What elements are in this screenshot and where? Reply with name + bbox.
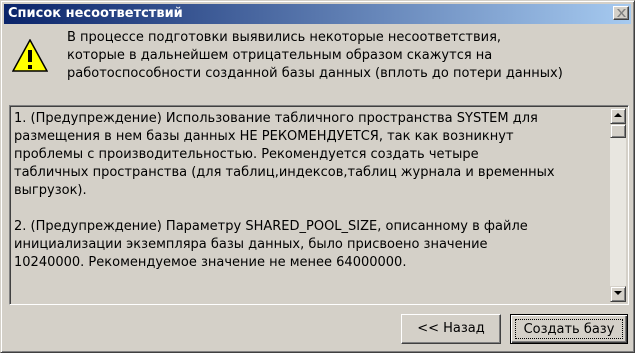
create-database-button[interactable]: Создать базу — [510, 314, 628, 344]
scroll-down-arrow-icon — [614, 291, 622, 295]
message-line: В процессе подготовки выявились некоторы… — [67, 30, 502, 45]
scroll-thumb[interactable] — [610, 124, 626, 138]
scroll-up-button[interactable] — [610, 108, 626, 124]
window-title: Список несоответствий — [8, 6, 183, 21]
details-line: 10240000. Рекомендуемое значение не мене… — [14, 255, 407, 270]
details-line — [14, 272, 608, 290]
back-button[interactable]: << Назад — [401, 314, 501, 344]
create-database-label: Создать базу — [515, 319, 623, 339]
vertical-scrollbar[interactable] — [610, 108, 626, 302]
message-line: которые в дальнейшем отрицательным образ… — [67, 48, 493, 63]
close-button[interactable] — [613, 6, 629, 20]
details-line: инициализации экземпляра базы данных, бы… — [14, 237, 488, 252]
details-textbox[interactable]: 1. (Предупреждение) Использование таблич… — [9, 105, 629, 305]
details-line — [14, 200, 608, 218]
scroll-up-arrow-icon — [614, 113, 622, 117]
scroll-down-button[interactable] — [610, 286, 626, 302]
title-bar[interactable]: Список несоответствий — [4, 4, 631, 24]
details-text: 1. (Предупреждение) Использование таблич… — [14, 110, 608, 300]
details-line: 1. (Предупреждение) Использование таблич… — [14, 111, 538, 126]
warning-message: В процессе подготовки выявились некоторы… — [67, 29, 635, 83]
details-line: размещения в нем базы данных НЕ РЕКОМЕНД… — [14, 129, 514, 144]
message-line: работоспособности созданной базы данных … — [67, 66, 563, 81]
close-icon — [617, 9, 626, 17]
mismatch-dialog: Список несоответствий В процессе подгото… — [0, 0, 635, 353]
details-line: 2. (Предупреждение) Параметру SHARED_POO… — [14, 219, 528, 234]
warning-icon — [12, 39, 48, 72]
details-line: проблемы с производительностью. Рекоменд… — [14, 147, 479, 162]
details-line: табличных пространства (для таблиц,индек… — [14, 165, 555, 180]
details-line: выгрузок). — [14, 183, 87, 198]
